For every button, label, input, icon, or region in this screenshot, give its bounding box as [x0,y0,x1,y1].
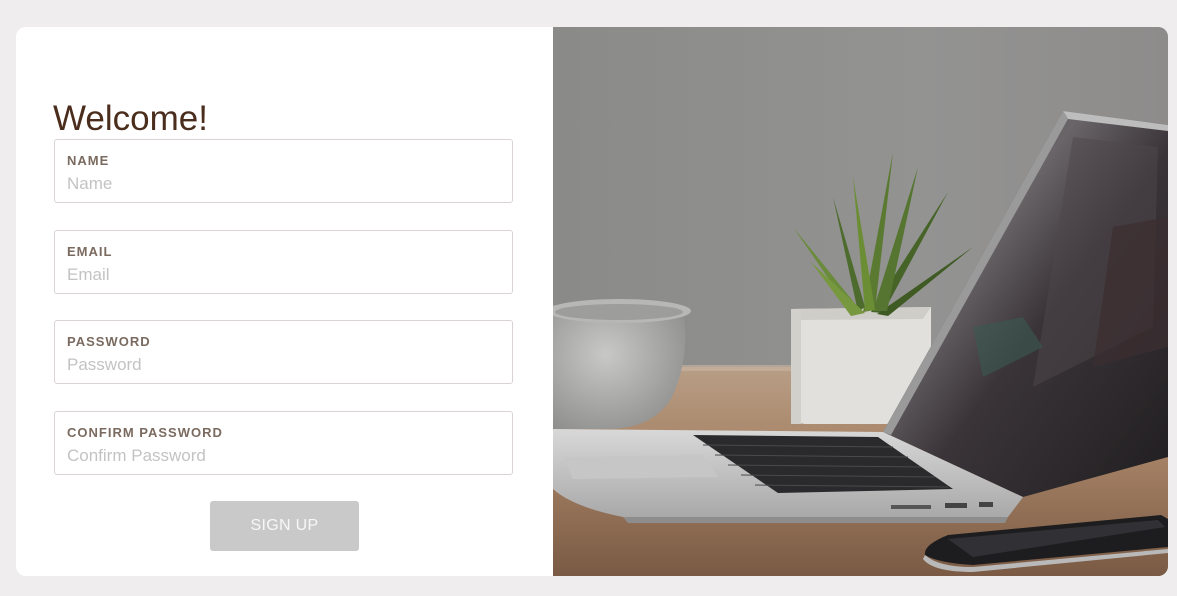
confirm-password-input[interactable] [67,445,497,467]
confirm-password-field-group: CONFIRM PASSWORD [54,411,513,475]
name-label: NAME [67,153,110,168]
email-label: EMAIL [67,244,113,259]
password-input[interactable] [67,354,497,376]
signup-button[interactable]: SIGN UP [210,501,359,551]
page-title: Welcome! [53,99,208,138]
laptop-desk-photo [553,27,1168,576]
confirm-password-label: CONFIRM PASSWORD [67,425,223,440]
name-input[interactable] [67,173,497,195]
signup-form: Welcome! NAME EMAIL PASSWORD CONFIRM PAS… [16,27,553,576]
signup-card: Welcome! NAME EMAIL PASSWORD CONFIRM PAS… [16,27,1168,576]
name-field-group: NAME [54,139,513,203]
email-field-group: EMAIL [54,230,513,294]
password-label: PASSWORD [67,334,151,349]
password-field-group: PASSWORD [54,320,513,384]
hero-image [553,27,1168,576]
email-input[interactable] [67,264,497,286]
